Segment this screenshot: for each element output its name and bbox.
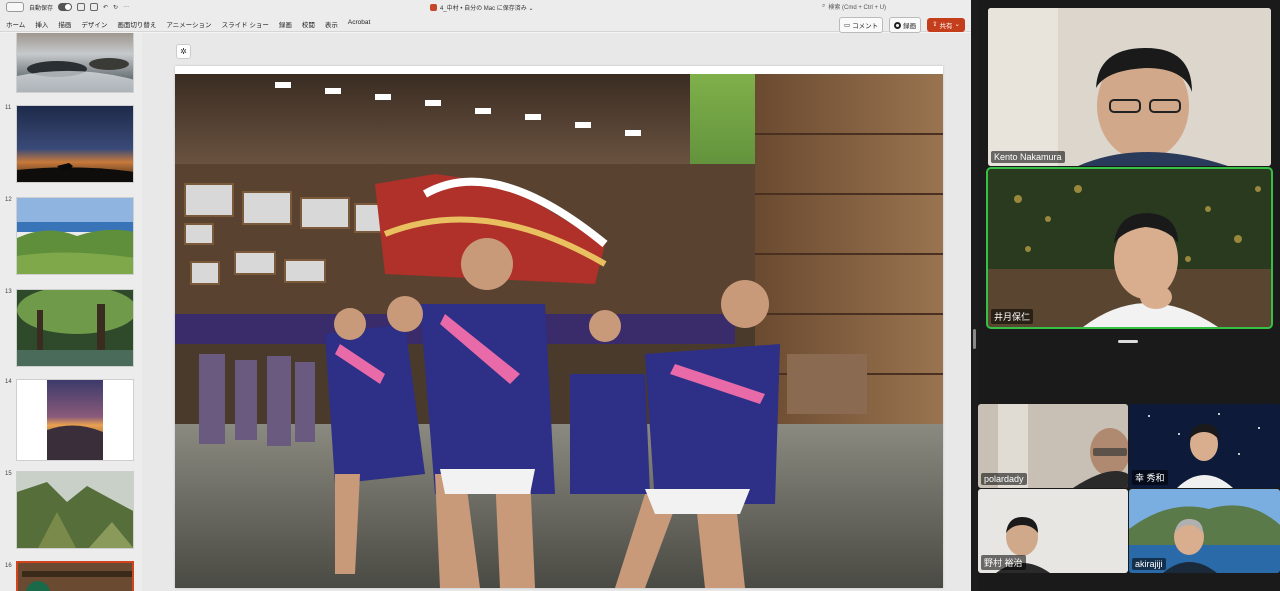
tab-review[interactable]: 校閲 [302, 19, 315, 29]
tab-draw[interactable]: 描画 [58, 19, 71, 29]
document-title[interactable]: 4_中村 • 自分の Mac に保存済み ⌄ [430, 3, 533, 12]
slide-thumbnail-cliffs[interactable] [16, 471, 134, 549]
participant-video [988, 169, 1271, 327]
search-placeholder: 検索 (Cmd + Ctrl + U) [828, 5, 887, 11]
forest-thumbnail-image [17, 290, 133, 366]
powerpoint-window: 自動保存 ↶ ↻ ··· 4_中村 • 自分の Mac に保存済み ⌄ ⌕ 検索… [0, 0, 971, 591]
comment-button[interactable]: ▭ コメント [838, 17, 884, 33]
search-icon: ⌕ [822, 3, 826, 9]
participant-name: polardady [981, 473, 1027, 485]
video-tile[interactable]: akirajiji [1129, 489, 1280, 573]
video-tile[interactable]: 野村 裕治 [978, 489, 1128, 573]
video-tile[interactable]: polardady [978, 404, 1128, 488]
video-tile[interactable]: 幸 秀和 [1129, 404, 1280, 488]
home-icon[interactable] [77, 3, 86, 11]
slide-number: 15 [5, 471, 12, 477]
divider-drag-handle[interactable] [973, 329, 976, 349]
slide-number: 12 [5, 197, 12, 203]
undo-icon[interactable]: ↶ [103, 4, 108, 11]
slide-number: 11 [5, 105, 12, 111]
powerpoint-file-icon [430, 4, 437, 11]
ribbon-tab-list: ホーム 挿入 描画 デザイン 画面切り替え アニメーション スライド ショー 録… [6, 19, 370, 29]
video-tile[interactable]: Kento Nakamura [988, 8, 1271, 166]
slide-editing-canvas[interactable]: ✲ [142, 33, 971, 591]
participant-name: 野村 裕治 [981, 555, 1026, 570]
tab-record[interactable]: 録画 [279, 19, 292, 29]
participant-name: akirajiji [1132, 558, 1166, 570]
slide-thumbnail-dusk-portrait[interactable] [16, 379, 134, 461]
comment-icon: ▭ [843, 22, 851, 29]
slide-number: 13 [5, 289, 12, 295]
gallery-page-indicator[interactable] [1118, 340, 1138, 343]
share-button[interactable]: ⇪ 共有 ⌄ [927, 18, 965, 32]
tab-insert[interactable]: 挿入 [35, 19, 48, 29]
slide-thumbnail-coast[interactable] [16, 197, 134, 275]
dusk-portrait-thumbnail-image [47, 380, 103, 460]
coast-thumbnail-image [17, 198, 133, 274]
record-label: 録画 [903, 23, 917, 30]
cliffs-thumbnail-image [17, 472, 133, 548]
quick-access-toolbar: 自動保存 ↶ ↻ ··· [6, 2, 129, 12]
more-icon[interactable]: ··· [123, 4, 129, 10]
comment-label: コメント [852, 23, 879, 30]
document-title-text: 4_中村 • 自分の Mac に保存済み ⌄ [440, 6, 534, 12]
slide-number: 16 [5, 563, 12, 569]
autosave-toggle[interactable] [58, 3, 73, 11]
slide-thumbnail-waterfall[interactable] [16, 33, 134, 93]
record-button[interactable]: 録画 [889, 17, 922, 33]
slide-thumbnail-sunset-horse[interactable] [16, 105, 134, 183]
festival-thumbnail-image [18, 563, 132, 591]
participant-name: Kento Nakamura [991, 151, 1065, 163]
record-icon [894, 21, 902, 29]
waterfall-thumbnail-image [17, 33, 133, 92]
search-box[interactable]: ⌕ 検索 (Cmd + Ctrl + U) [822, 2, 886, 11]
slide-thumbnail-pane[interactable]: 11 12 13 14 15 16 [0, 33, 142, 591]
split-view-divider[interactable] [971, 0, 978, 591]
ribbon-actions: ▭ コメント 録画 ⇪ 共有 ⌄ [838, 17, 965, 33]
participant-video [988, 8, 1271, 166]
title-bar: 自動保存 ↶ ↻ ··· 4_中村 • 自分の Mac に保存済み ⌄ ⌕ 検索… [0, 0, 971, 15]
tab-slideshow[interactable]: スライド ショー [222, 19, 269, 29]
designer-ideas-icon[interactable]: ✲ [176, 44, 191, 59]
redo-icon[interactable]: ↻ [113, 4, 118, 11]
save-icon[interactable] [90, 3, 99, 11]
video-tile-active-speaker[interactable]: 井月保仁 [986, 167, 1273, 329]
tab-acrobat[interactable]: Acrobat [348, 19, 370, 29]
tab-home[interactable]: ホーム [6, 19, 25, 29]
slide-thumbnail-forest[interactable] [16, 289, 134, 367]
tab-view[interactable]: 表示 [325, 19, 338, 29]
video-call-panel: Kento Nakamura 井月保仁 polardady 幸 秀和 野村 裕治… [978, 0, 1280, 591]
participant-name: 井月保仁 [991, 309, 1034, 324]
tab-animations[interactable]: アニメーション [166, 19, 211, 29]
current-slide[interactable] [175, 66, 943, 588]
slide-thumbnail-festival[interactable] [16, 561, 134, 591]
share-label: 共有 [939, 23, 953, 30]
tab-design[interactable]: デザイン [81, 19, 107, 29]
mikoshi-festival-photo [175, 74, 943, 588]
slide-number: 14 [5, 379, 12, 385]
share-icon: ⇪ [932, 21, 938, 28]
tab-transitions[interactable]: 画面切り替え [117, 19, 156, 29]
autosave-label: 自動保存 [29, 5, 54, 12]
chevron-down-icon: ⌄ [954, 21, 960, 28]
slide-photo-festival[interactable] [175, 74, 943, 588]
sidebar-toggle-icon[interactable] [6, 2, 24, 12]
ribbon-tabs: ホーム 挿入 描画 デザイン 画面切り替え アニメーション スライド ショー 録… [0, 15, 971, 33]
participant-name: 幸 秀和 [1132, 470, 1168, 485]
sunset-horse-thumbnail-image [17, 106, 133, 182]
